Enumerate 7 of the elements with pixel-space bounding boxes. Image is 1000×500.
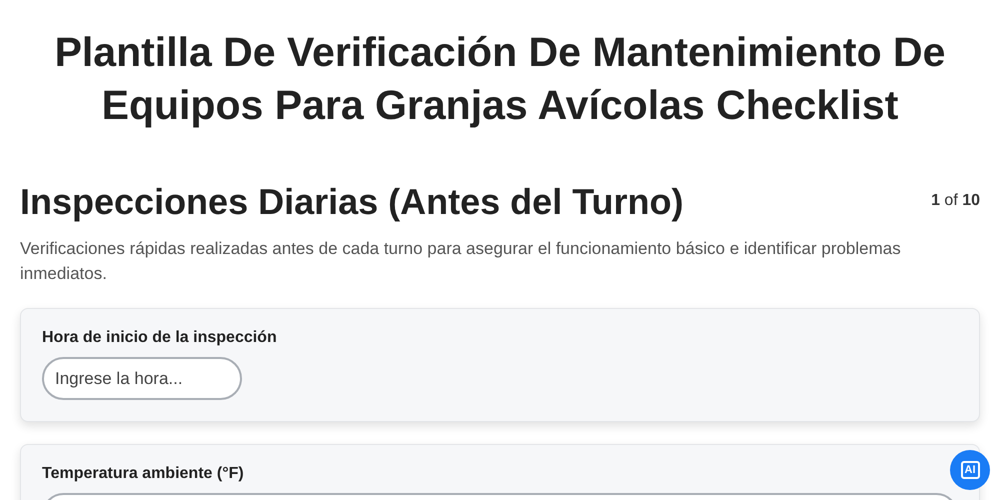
section-heading: Inspecciones Diarias (Antes del Turno): [20, 180, 684, 224]
field-label: Temperatura ambiente (°F): [42, 465, 245, 483]
page-counter: 1 of 10: [931, 192, 980, 210]
input-field[interactable]: Ingrese la hora...: [42, 357, 242, 400]
page-title: Plantilla De Verificación De Mantenimiento De Equipos Para Granjas Avícolas Checklist: [54, 28, 946, 130]
field-label: Hora de inicio de la inspección: [42, 329, 278, 347]
section-description: Verificaciones rápidas realizadas antes de cada turno para asegurar el funcionamiento básico e identificar problemas inmediatos.: [20, 238, 902, 285]
